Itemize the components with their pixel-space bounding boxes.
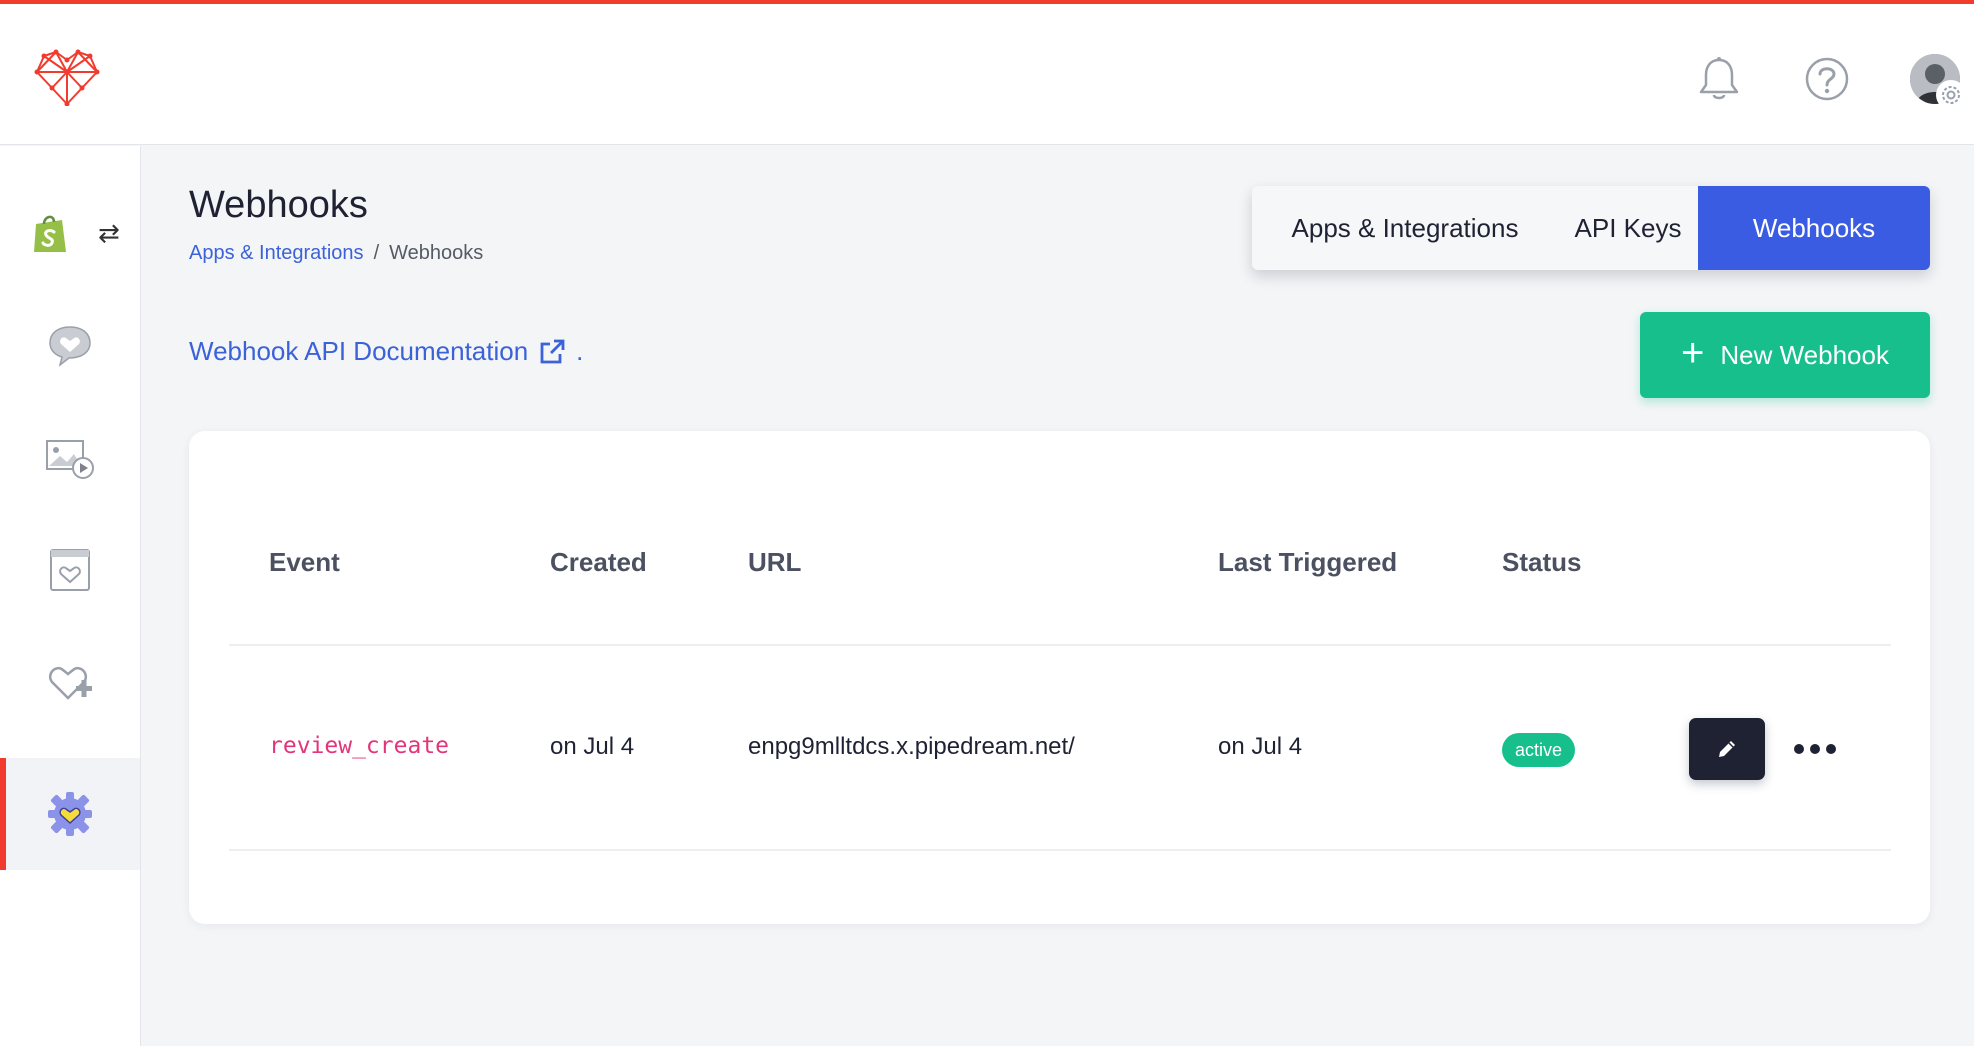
breadcrumb-current: Webhooks xyxy=(389,242,484,264)
sidebar-item-add[interactable] xyxy=(0,626,140,738)
gear-icon[interactable] xyxy=(1936,80,1966,110)
breadcrumb-separator: / xyxy=(373,242,380,264)
webhook-docs-suffix: . xyxy=(576,336,584,366)
sidebar-item-settings[interactable] xyxy=(0,758,140,870)
swap-store-icon[interactable]: ⇄ xyxy=(98,218,120,249)
breadcrumb-link-apps[interactable]: Apps & Integrations xyxy=(189,242,364,265)
tab-api-keys[interactable]: API Keys xyxy=(1558,186,1698,270)
shopify-icon xyxy=(34,215,66,252)
column-header-event: Event xyxy=(269,547,340,577)
webhook-docs-label: Webhook API Documentation xyxy=(189,336,529,366)
sidebar-item-media[interactable] xyxy=(0,402,140,514)
edit-webhook-button[interactable] xyxy=(1689,718,1765,780)
sidebar: ⇄ xyxy=(0,146,141,1046)
top-bar xyxy=(0,4,1974,145)
tab-apps-integrations[interactable]: Apps & Integrations xyxy=(1252,186,1558,270)
webhook-url: enpg9mlltdcs.x.pipedream.net/ xyxy=(748,733,1075,760)
new-webhook-button[interactable]: + New Webhook xyxy=(1640,312,1930,398)
webhook-event: review_create xyxy=(269,733,450,759)
webhook-docs-link[interactable]: Webhook API Documentation . xyxy=(189,336,583,367)
more-dot-icon xyxy=(1794,744,1804,754)
external-link-icon xyxy=(540,339,565,363)
table-header-divider xyxy=(229,644,1891,646)
settings-gear-icon xyxy=(48,792,92,836)
reviews-icon xyxy=(49,326,91,367)
webhooks-table-card: Event Created URL Last Triggered Status … xyxy=(189,431,1930,924)
help-icon[interactable] xyxy=(1804,54,1850,104)
column-header-created: Created xyxy=(550,547,647,577)
plus-icon: + xyxy=(1681,331,1705,375)
media-icon xyxy=(46,440,94,479)
bell-icon[interactable] xyxy=(1696,54,1742,104)
heart-logo-icon[interactable] xyxy=(34,48,100,106)
webhook-created: on Jul 4 xyxy=(550,733,635,760)
more-dot-icon xyxy=(1826,744,1836,754)
widget-icon xyxy=(50,549,90,591)
pencil-icon xyxy=(1719,741,1735,757)
table-row-divider xyxy=(229,849,1891,851)
add-heart-icon xyxy=(48,666,92,700)
breadcrumb: Apps & Integrations / Webhooks xyxy=(189,242,483,265)
status-badge: active xyxy=(1502,733,1576,767)
settings-tabs: Apps & Integrations API Keys Webhooks xyxy=(1252,186,1930,270)
sidebar-item-widget[interactable] xyxy=(0,514,140,626)
column-header-last-triggered: Last Triggered xyxy=(1218,547,1398,577)
tab-webhooks[interactable]: Webhooks xyxy=(1698,186,1930,270)
more-actions-button[interactable] xyxy=(1785,727,1845,771)
webhook-last-triggered: on Jul 4 xyxy=(1218,733,1303,760)
more-dot-icon xyxy=(1810,744,1820,754)
new-webhook-label: New Webhook xyxy=(1720,339,1889,370)
sidebar-item-reviews[interactable] xyxy=(0,290,140,402)
page-title: Webhooks xyxy=(189,184,368,226)
column-header-status: Status xyxy=(1502,547,1582,577)
column-header-url: URL xyxy=(748,547,802,577)
